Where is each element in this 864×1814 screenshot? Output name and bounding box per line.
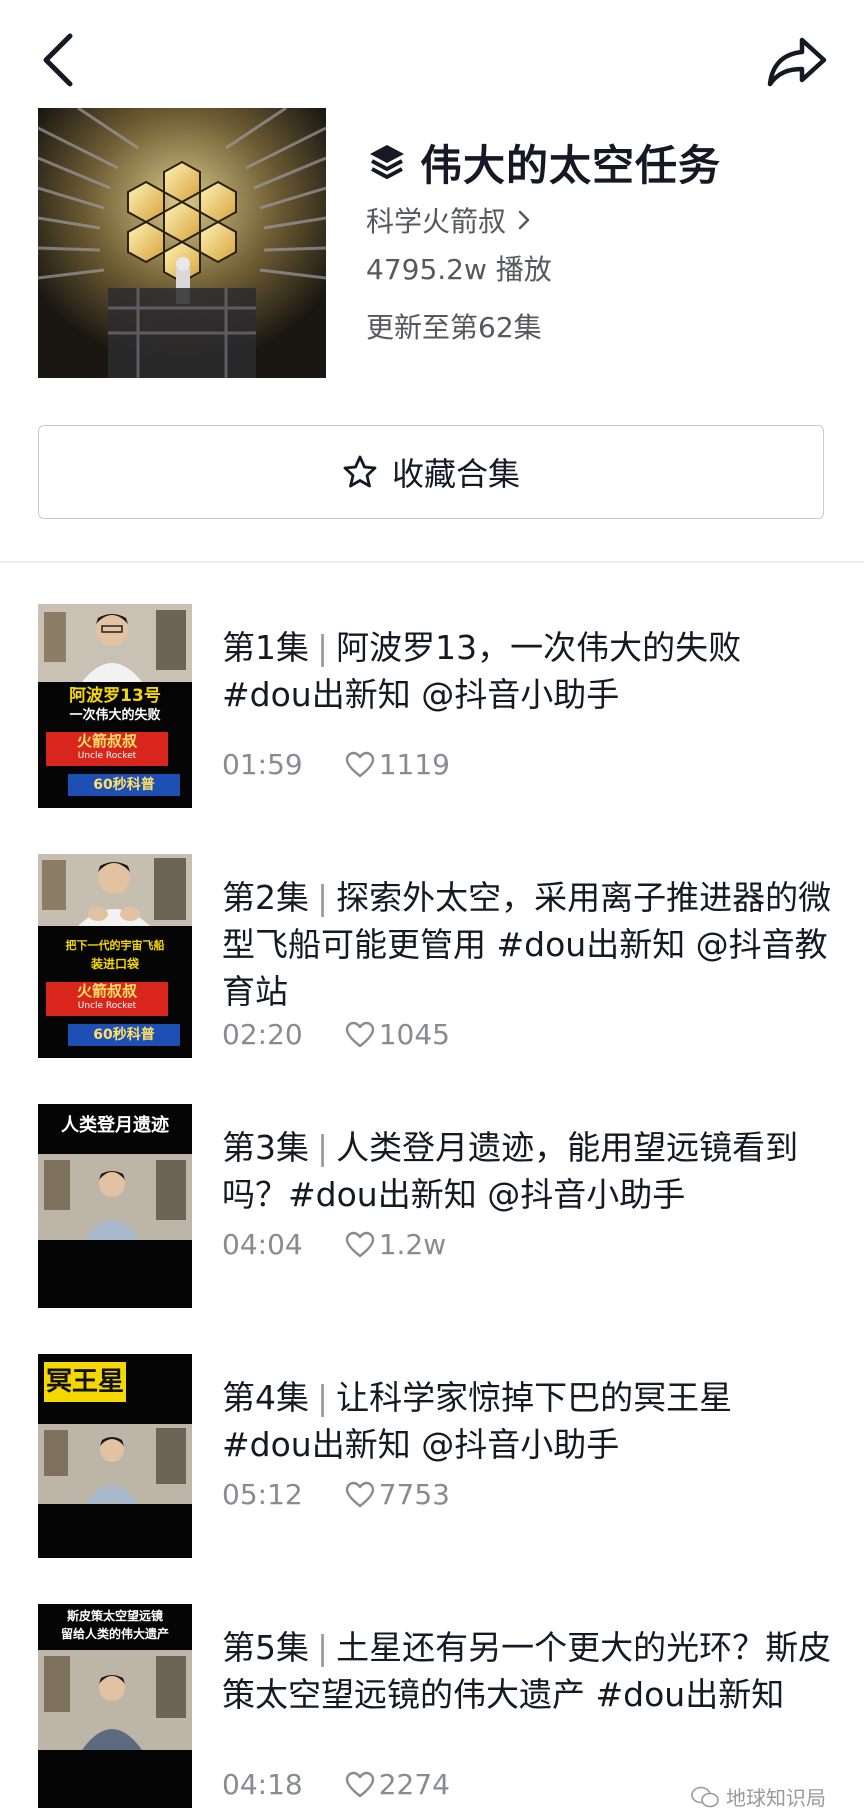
episode-likes: 1.2w <box>378 1228 447 1261</box>
collection-title-row: 伟大的太空任务 <box>366 132 721 192</box>
divider <box>0 561 864 563</box>
heart-outline-icon <box>345 1481 374 1507</box>
episode-number: 第2集 <box>222 878 309 917</box>
thumbnail-caption-1: 冥王星 <box>44 1362 126 1402</box>
thumbnail-caption-1: 斯皮策太空望远镜 <box>66 1609 163 1623</box>
episode-item-1[interactable]: 阿波罗13号 一次伟大的失败 火箭叔叔 Uncle Rocket 60秒科普 第… <box>0 604 864 808</box>
episode-thumbnail: 人类登月遗迹 <box>38 1104 192 1308</box>
episode-title: 第3集 | 人类登月遗迹，能用望远镜看到吗？#dou出新知 @抖音小助手 <box>222 1128 799 1214</box>
star-outline-icon <box>343 455 377 488</box>
episode-number: 第3集 <box>222 1128 309 1167</box>
author-link[interactable]: 科学火箭叔 <box>366 200 534 240</box>
episode-duration: 05:12 <box>222 1478 303 1511</box>
favorite-collection-button[interactable]: 收藏合集 <box>38 425 824 519</box>
thumbnail-brand-badge: 火箭叔叔 Uncle Rocket <box>46 982 168 1016</box>
episode-meta: 04:04 1.2w <box>222 1228 446 1261</box>
thumbnail-tag: 60秒科普 <box>68 1024 180 1046</box>
heart-outline-icon <box>345 751 374 777</box>
episode-title-text: 土星还有另一个更大的光环？斯皮策太空望远镜的伟大遗产 #dou出新知 <box>222 1628 832 1714</box>
thumbnail-brand-badge: 火箭叔叔 Uncle Rocket <box>46 732 168 766</box>
thumbnail-caption-2: 装进口袋 <box>90 957 139 971</box>
episode-duration: 04:18 <box>222 1768 303 1801</box>
thumbnail-brand-en: Uncle Rocket <box>77 751 137 761</box>
episode-meta: 01:59 1119 <box>222 748 450 781</box>
episode-thumbnail: 阿波罗13号 一次伟大的失败 火箭叔叔 Uncle Rocket 60秒科普 <box>38 604 192 808</box>
wechat-icon <box>691 1786 719 1807</box>
episode-meta: 04:18 2274 <box>222 1768 450 1801</box>
thumbnail-caption-1: 把下一代的宇宙飞船 <box>65 939 165 952</box>
episode-title: 第4集 | 让科学家惊掉下巴的冥王星 #dou出新知 @抖音小助手 <box>222 1378 733 1464</box>
thumbnail-tag: 60秒科普 <box>68 774 180 796</box>
episode-likes: 2274 <box>378 1768 450 1801</box>
back-button[interactable] <box>36 30 84 90</box>
thumbnail-brand: 火箭叔叔 <box>76 732 137 750</box>
episode-item-3[interactable]: 人类登月遗迹 第3集 | 人类登月遗迹，能用望远镜看到吗？#dou出新知 @抖音小助… <box>0 1104 864 1308</box>
episode-title: 第1集 | 阿波罗13，一次伟大的失败 #dou出新知 @抖音小助手 <box>222 628 742 714</box>
episode-number: 第1集 <box>222 628 309 667</box>
episode-duration: 02:20 <box>222 1018 303 1051</box>
share-button[interactable] <box>766 34 828 88</box>
thumbnail-caption-2: 一次伟大的失败 <box>69 708 161 723</box>
episode-likes: 1119 <box>378 748 450 781</box>
collection-title: 伟大的太空任务 <box>420 140 722 190</box>
thumbnail-caption-1: 阿波罗13号 <box>69 686 161 706</box>
episode-thumbnail: 斯皮策太空望远镜 留给人类的伟大遗产 <box>38 1604 192 1808</box>
episode-likes: 1045 <box>378 1018 450 1051</box>
chevron-left-icon <box>43 33 73 87</box>
thumbnail-caption-1: 人类登月遗迹 <box>61 1115 169 1136</box>
thumbnail-brand: 火箭叔叔 <box>76 982 137 1000</box>
play-count: 4795.2w 播放 <box>366 253 552 286</box>
layers-icon <box>370 145 404 179</box>
thumbnail-caption-2: 留给人类的伟大遗产 <box>60 1627 169 1641</box>
chevron-right-icon <box>518 210 530 230</box>
episode-number: 第5集 <box>222 1628 309 1667</box>
episode-thumbnail: 冥王星 <box>38 1354 192 1558</box>
watermark-text: 地球知识局 <box>726 1786 826 1810</box>
episode-item-4[interactable]: 冥王星 第4集 | 让科学家惊掉下巴的冥王星 #dou出新知 @抖音小助手 05:1… <box>0 1354 864 1558</box>
episode-meta: 05:12 7753 <box>222 1478 450 1511</box>
episode-title: 第5集 | 土星还有另一个更大的光环？斯皮策太空望远镜的伟大遗产 #dou出新知 <box>222 1628 832 1714</box>
author-name: 科学火箭叔 <box>366 205 507 238</box>
heart-outline-icon <box>345 1021 374 1047</box>
collection-header: 伟大的太空任务 科学火箭叔 4795.2w 播放 更新至第62集 <box>0 108 864 378</box>
heart-outline-icon <box>345 1231 374 1257</box>
episode-number: 第4集 <box>222 1378 309 1417</box>
episode-duration: 01:59 <box>222 748 303 781</box>
episode-title: 第2集 | 探索外太空，采用离子推进器的微型飞船可能更管用 #dou出新知 @抖音教… <box>222 878 832 1011</box>
favorite-label: 收藏合集 <box>391 455 520 493</box>
telescope-cover-art <box>38 108 326 378</box>
episode-duration: 04:04 <box>222 1228 303 1261</box>
share-arrow-icon <box>767 37 827 87</box>
episode-item-2[interactable]: 把下一代的宇宙飞船 装进口袋 火箭叔叔 Uncle Rocket 60秒科普 第… <box>0 854 864 1058</box>
watermark: 地球知识局 <box>690 1782 826 1811</box>
episode-thumbnail: 把下一代的宇宙飞船 装进口袋 火箭叔叔 Uncle Rocket 60秒科普 <box>38 854 192 1058</box>
heart-outline-icon <box>345 1771 374 1797</box>
update-status: 更新至第62集 <box>366 311 542 344</box>
episode-title-text: 探索外太空，采用离子推进器的微型飞船可能更管用 #dou出新知 @抖音教育站 <box>222 878 832 1011</box>
episode-likes: 7753 <box>378 1478 450 1511</box>
collection-cover-image <box>38 108 326 378</box>
top-bar <box>0 0 864 110</box>
thumbnail-brand-en: Uncle Rocket <box>77 1001 137 1011</box>
episode-meta: 02:20 1045 <box>222 1018 450 1051</box>
episode-item-5[interactable]: 斯皮策太空望远镜 留给人类的伟大遗产 第5集 | 土星还有另一个更大的光环？斯皮策太… <box>0 1604 864 1808</box>
